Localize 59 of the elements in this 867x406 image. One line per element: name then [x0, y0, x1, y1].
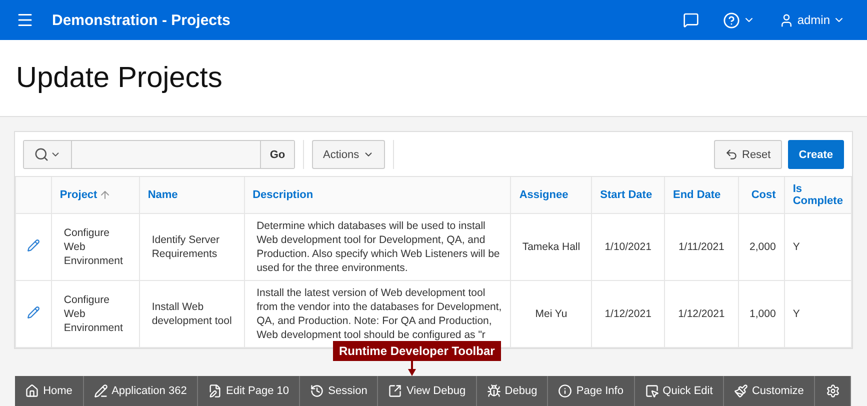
edit-icon[interactable]	[26, 238, 40, 252]
table-cell: Determine which databases will be used to install Web development tool for Development, QA, and Production. Also specify which Web Listeners will be used for the three environments.	[244, 214, 511, 280]
column-header[interactable]: Start Date	[592, 177, 664, 214]
undo-icon	[725, 148, 738, 161]
toolbar-button[interactable]: Session	[300, 376, 378, 406]
tooltip-pointer-icon	[408, 359, 416, 376]
pointer-icon	[644, 384, 659, 398]
sort-ascending-icon	[99, 189, 112, 202]
toolbar-button[interactable]: Edit Page 10	[198, 376, 300, 406]
column-header[interactable]: Description	[244, 177, 511, 214]
settings-icon	[826, 384, 840, 398]
page-icon	[208, 384, 222, 398]
edit-icon	[94, 384, 108, 398]
table-cell: Configure Web Environment	[51, 280, 140, 348]
help-icon	[723, 12, 740, 28]
actions-button[interactable]: Actions	[312, 140, 386, 169]
table-cell: Install Web development tool	[139, 280, 244, 348]
brush-icon	[734, 384, 748, 398]
menu-icon[interactable]	[16, 11, 34, 29]
bug-icon	[486, 384, 501, 398]
search-icon[interactable]	[24, 141, 72, 168]
go-button[interactable]: Go	[260, 141, 294, 168]
table-cell: Y	[784, 280, 852, 348]
edit-icon[interactable]	[26, 306, 40, 318]
table-cell: 1,000	[738, 280, 784, 348]
user-menu-button[interactable]: admin	[773, 12, 851, 28]
column-header[interactable]: Name	[139, 177, 244, 214]
search-field[interactable]: Go	[23, 140, 295, 169]
toolbar-button[interactable]: Application 362	[84, 376, 198, 406]
external-icon	[388, 384, 402, 398]
home-icon	[25, 384, 40, 398]
toolbar-button[interactable]: View Debug	[378, 376, 477, 406]
toolbar-button[interactable]: Debug	[476, 376, 548, 406]
table-cell: Y	[784, 214, 852, 280]
column-header[interactable]: Project	[51, 177, 140, 214]
table-cell: 1/12/2021	[664, 280, 738, 348]
create-button[interactable]: Create	[788, 140, 844, 169]
tooltip: Runtime Developer Toolbar	[333, 341, 501, 361]
column-header[interactable]: Cost	[738, 177, 784, 214]
table-cell: 1/12/2021	[592, 280, 664, 348]
user-icon	[779, 12, 794, 28]
toolbar-button[interactable]: Customize	[724, 376, 816, 406]
column-header[interactable]: Assignee	[510, 177, 592, 214]
reset-button[interactable]: Reset	[714, 140, 782, 169]
table-cell: 1/11/2021	[664, 214, 738, 280]
column-header[interactable]: End Date	[664, 177, 738, 214]
table-cell: 2,000	[738, 214, 784, 280]
toolbar-button[interactable]: Home	[15, 376, 84, 406]
column-header[interactable]: Is Complete	[784, 177, 852, 214]
table-cell: 1/10/2021	[592, 214, 664, 280]
toolbar-button[interactable]: Page Info	[548, 376, 635, 406]
page-title: Update Projects	[16, 62, 222, 94]
info-icon	[558, 384, 572, 398]
app-title: Demonstration - Projects	[52, 12, 232, 28]
table-cell: Tameka Hall	[510, 214, 592, 280]
table-cell: Configure Web Environment	[51, 214, 140, 280]
table-cell: Mei Yu	[510, 280, 592, 348]
table-cell: Identify Server Requirements	[139, 214, 244, 280]
toolbar-button[interactable]: Quick Edit	[634, 376, 724, 406]
